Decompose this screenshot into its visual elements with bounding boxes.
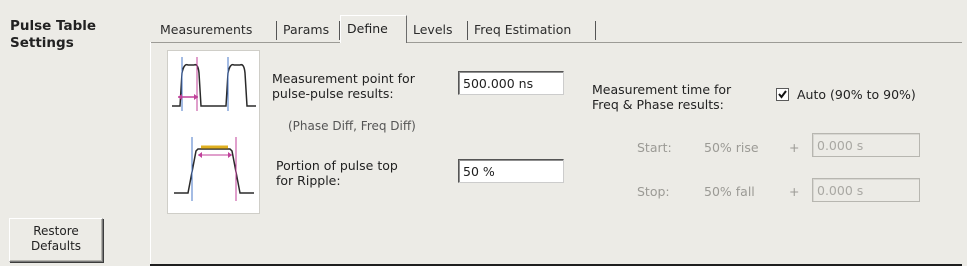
- checkmark-icon: [778, 90, 787, 99]
- start-label: Start:: [637, 140, 672, 155]
- ripple-portion-input[interactable]: [458, 159, 564, 183]
- panel-title-line1: Pulse Table: [10, 18, 97, 34]
- stop-plus: +: [789, 184, 800, 199]
- ripple-label-line2: for Ripple:: [276, 173, 341, 188]
- tab-strip: Measurements Params Define Levels Freq E…: [150, 15, 962, 43]
- restore-defaults-button[interactable]: Restore Defaults: [9, 218, 103, 262]
- tab-define[interactable]: Define: [340, 15, 407, 43]
- tab-measurements[interactable]: Measurements: [154, 19, 277, 41]
- tab-label: Params: [283, 22, 330, 37]
- auto-checkbox[interactable]: [776, 88, 789, 101]
- tab-params[interactable]: Params: [277, 19, 340, 41]
- stop-offset-input[interactable]: [812, 178, 920, 202]
- tab-levels[interactable]: Levels: [407, 19, 468, 41]
- stop-reference: 50% fall: [704, 184, 755, 199]
- stop-label: Stop:: [637, 184, 670, 199]
- pulse-diagram-graphic: [172, 57, 256, 201]
- measurement-point-label-line1: Measurement point for: [272, 71, 415, 86]
- ripple-waveform: [174, 137, 254, 201]
- settings-panel: Pulse Table Settings Restore Defaults: [0, 0, 140, 262]
- panel-title-line2: Settings: [10, 35, 74, 51]
- start-reference: 50% rise: [704, 140, 759, 155]
- restore-label-line2: Defaults: [30, 239, 82, 253]
- pulse-diagram: [167, 50, 260, 214]
- start-offset-input[interactable]: [812, 133, 920, 157]
- tab-freq-estimation[interactable]: Freq Estimation: [468, 19, 596, 41]
- measurement-time-label: Measurement time for Freq & Phase result…: [592, 82, 731, 112]
- start-plus: +: [789, 140, 800, 155]
- measurement-point-label-line2: pulse-pulse results:: [272, 86, 394, 101]
- tab-label: Levels: [413, 22, 453, 37]
- pulse-pulse-waveform: [172, 57, 256, 111]
- measurement-time-label-line2: Freq & Phase results:: [592, 97, 724, 112]
- phase-freq-diff-note: (Phase Diff, Freq Diff): [288, 119, 416, 133]
- measurement-point-input[interactable]: [458, 71, 564, 95]
- tab-label: Measurements: [160, 22, 253, 37]
- measurement-point-label: Measurement point for pulse-pulse result…: [272, 71, 415, 101]
- auto-checkbox-label: Auto (90% to 90%): [797, 87, 916, 102]
- measurement-time-label-line1: Measurement time for: [592, 82, 732, 97]
- tab-label: Freq Estimation: [474, 22, 572, 37]
- ripple-label: Portion of pulse top for Ripple:: [276, 158, 398, 188]
- ripple-label-line1: Portion of pulse top: [276, 158, 398, 173]
- tab-label: Define: [347, 21, 388, 36]
- panel-title: Pulse Table Settings: [10, 18, 96, 52]
- restore-label-line1: Restore: [33, 224, 79, 238]
